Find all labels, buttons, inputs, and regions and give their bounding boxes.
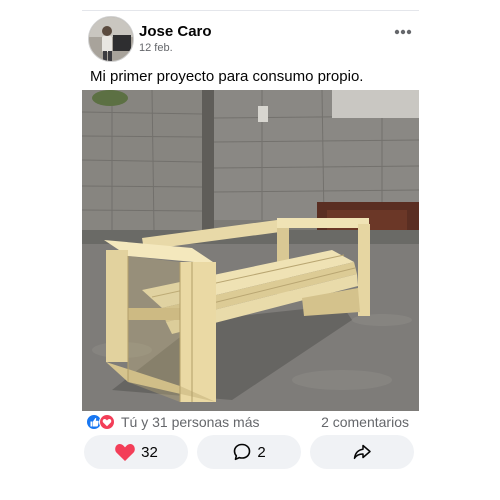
avatar[interactable] <box>88 16 134 62</box>
author-name[interactable]: Jose Caro <box>139 23 212 40</box>
like-button[interactable]: 32 <box>84 435 188 469</box>
comment-button[interactable]: 2 <box>197 435 301 469</box>
comment-count: 2 <box>257 443 266 461</box>
reactions-summary[interactable]: Tú y 31 personas más 2 comentarios <box>86 413 411 431</box>
reaction-icons <box>86 414 120 430</box>
action-bar: 32 2 <box>84 435 416 469</box>
post-photo[interactable] <box>82 90 419 411</box>
more-options-icon[interactable] <box>391 22 415 42</box>
post-caption: Mi primer proyecto para consumo propio. <box>90 68 364 85</box>
heart-icon <box>115 444 135 461</box>
share-button[interactable] <box>310 435 414 469</box>
comment-icon <box>234 443 251 461</box>
top-divider <box>82 10 419 11</box>
reactions-text[interactable]: Tú y 31 personas más <box>121 414 260 430</box>
share-icon <box>353 444 371 460</box>
post-date[interactable]: 12 feb. <box>139 42 173 54</box>
post-header: Jose Caro 12 feb. <box>82 14 419 66</box>
comments-count[interactable]: 2 comentarios <box>321 414 409 430</box>
like-count: 32 <box>141 443 158 461</box>
